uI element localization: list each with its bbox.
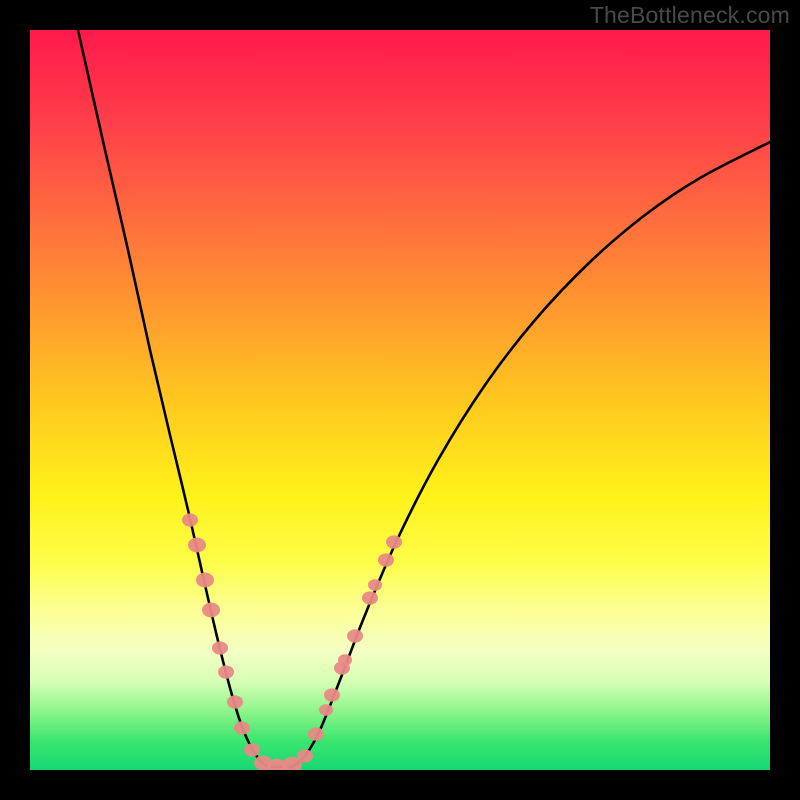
dot-right-branch-dots	[338, 654, 352, 666]
dot-left-branch-dots	[182, 513, 198, 526]
dot-left-branch-dots	[218, 665, 234, 678]
dot-left-branch-dots	[196, 573, 214, 588]
dot-bottom-dots	[244, 743, 260, 756]
dot-bottom-dots	[297, 749, 313, 762]
dot-right-branch-dots	[347, 629, 363, 642]
plot-area	[30, 30, 770, 770]
dot-right-branch-dots	[378, 553, 394, 566]
curve-paths	[78, 30, 770, 767]
dot-right-branch-dots	[362, 591, 378, 604]
scatter-dots	[182, 513, 402, 770]
chart-svg	[30, 30, 770, 770]
dot-left-branch-dots	[202, 603, 220, 618]
dot-left-branch-dots	[227, 695, 243, 708]
chart-frame: TheBottleneck.com	[0, 0, 800, 800]
dot-right-branch-dots	[324, 688, 340, 701]
dot-left-branch-dots	[212, 641, 228, 654]
dot-left-branch-dots	[234, 721, 250, 734]
dot-right-branch-dots	[308, 727, 324, 740]
dot-right-branch-dots	[368, 579, 382, 591]
series-left-curve	[78, 30, 268, 767]
dot-right-branch-dots	[386, 535, 402, 548]
dot-left-branch-dots	[188, 538, 206, 553]
dot-right-branch-dots	[319, 704, 333, 716]
watermark-text: TheBottleneck.com	[590, 2, 790, 29]
series-right-curve	[292, 142, 770, 767]
